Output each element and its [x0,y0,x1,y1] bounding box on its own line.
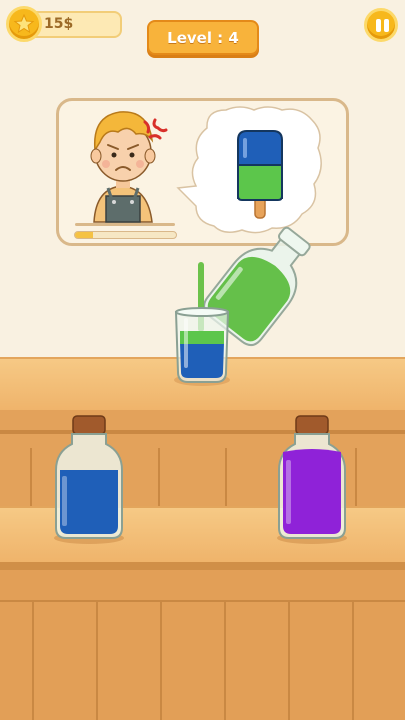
blue-sand-bottle[interactable] [54,415,124,544]
target-glass[interactable] [174,307,230,386]
customer-boy [90,111,156,223]
order-scene [54,106,347,544]
purple-sand-bottle[interactable] [277,415,347,544]
